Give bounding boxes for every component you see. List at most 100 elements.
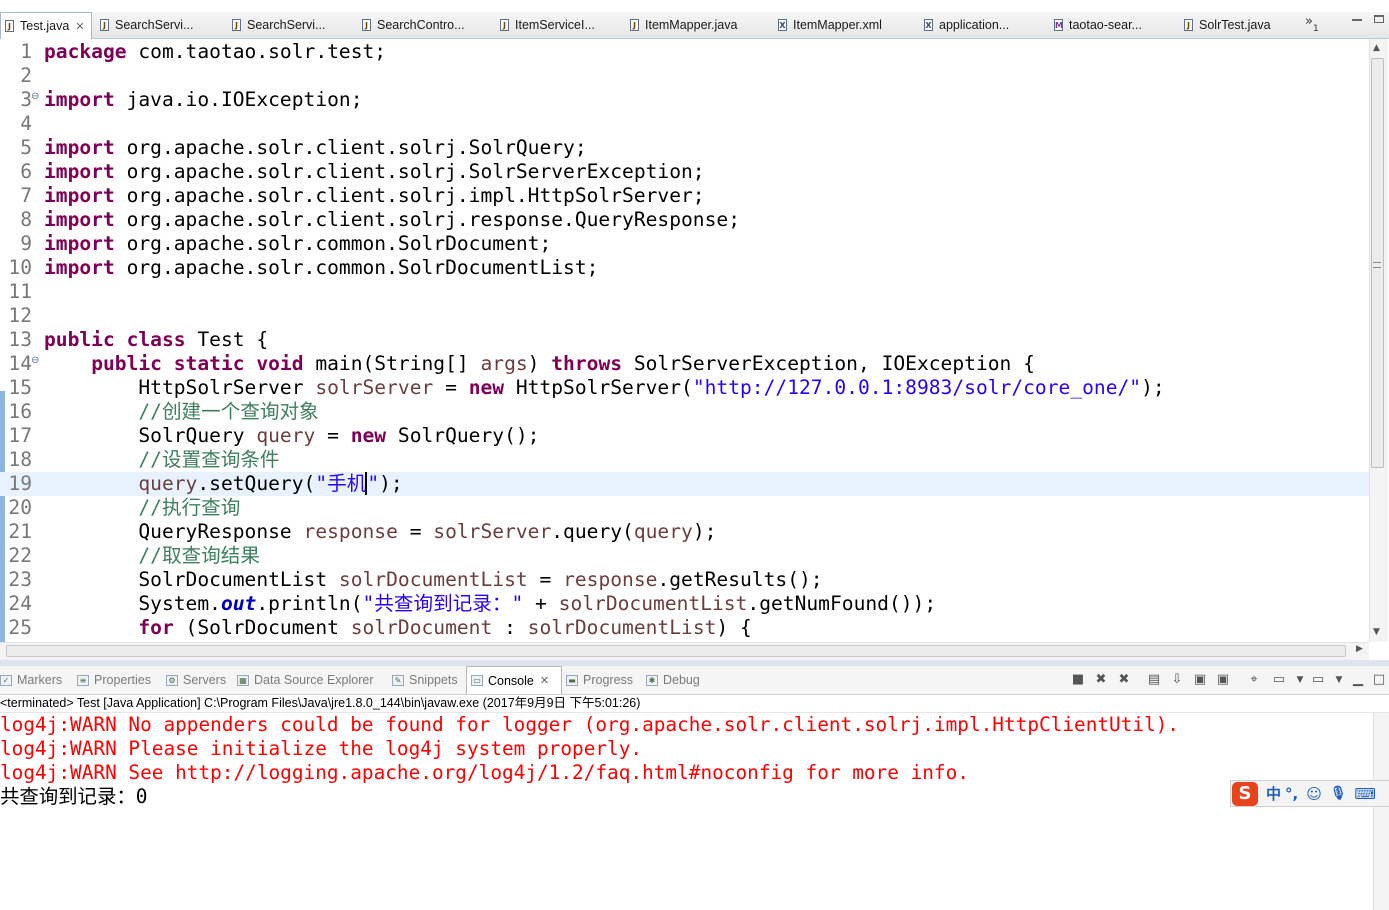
editor-tab[interactable]: J ItemMapper.java (626, 12, 774, 38)
code-line[interactable]: 10 import org.apache.solr.common.SolrDocu… (0, 256, 1369, 280)
fold-toggle-icon[interactable]: ⊖ (31, 85, 39, 109)
code-editor[interactable]: 1 package com.taotao.solr.test; 2 3 ⊖ import … (0, 39, 1369, 642)
sogou-logo-icon[interactable]: S (1232, 781, 1258, 806)
scroll-up-icon[interactable]: ▲ (1373, 43, 1380, 53)
view-tab-label: Snippets (409, 673, 458, 687)
code-token: query (138, 472, 198, 495)
editor-tab-label: SearchContro... (377, 18, 465, 32)
more-tabs-button[interactable]: »1 (1305, 14, 1319, 34)
view-tab[interactable]: ▭ Console ✕ (466, 666, 562, 694)
emoji-icon[interactable]: ☺ (1306, 785, 1322, 803)
chevron-down-icon[interactable]: ▼ (1292, 672, 1308, 688)
show-on-stdout-icon[interactable]: ▣ (1192, 672, 1208, 688)
java-file-icon: J (500, 19, 509, 31)
scroll-lock-icon[interactable]: ⇩ (1169, 672, 1185, 688)
editor-tab[interactable]: X ItemMapper.xml (774, 12, 920, 38)
view-tab[interactable]: ✎ Snippets (392, 666, 458, 694)
line-number: 21 (8, 520, 32, 543)
terminate-icon[interactable]: ■ (1070, 672, 1086, 688)
code-line[interactable]: 1 package com.taotao.solr.test; (0, 40, 1369, 64)
editor-tab[interactable]: J SearchContro... (358, 12, 494, 38)
line-number: 23 (8, 568, 32, 591)
fold-toggle-icon[interactable]: ⊖ (31, 349, 39, 373)
java-file-icon: J (5, 20, 14, 32)
code-line[interactable]: 7 import org.apache.solr.client.solrj.imp… (0, 184, 1369, 208)
view-tab[interactable]: ✓ Markers (0, 666, 62, 694)
clear-console-icon[interactable]: ▤ (1146, 672, 1162, 688)
ime-punctuation-toggle[interactable]: °, (1285, 785, 1298, 803)
editor-tab[interactable]: Mtaotao-sear... (1050, 12, 1180, 38)
code-token: = (315, 424, 351, 447)
code-line[interactable]: 12 (0, 304, 1369, 328)
code-line[interactable]: 18 //设置查询条件 (0, 448, 1369, 472)
editor-tab[interactable]: J SearchServi... (228, 12, 358, 38)
editor-tab[interactable]: J SearchServi... (96, 12, 226, 38)
code-token: .query( (551, 520, 634, 543)
editor-tab[interactable]: J Test.java ✕ (0, 12, 92, 39)
code-line[interactable]: 2 (0, 64, 1369, 88)
display-console-icon[interactable]: ▭ (1271, 672, 1287, 688)
code-token: response (563, 568, 658, 591)
code-line[interactable]: 9 import org.apache.solr.common.SolrDocum… (0, 232, 1369, 256)
data-source-icon: ▦ (237, 674, 249, 686)
view-tab[interactable]: ⚙ Servers (166, 666, 226, 694)
remove-launch-icon[interactable]: ✖ (1093, 672, 1109, 688)
code-token: : (492, 616, 528, 639)
code-line[interactable]: 14 ⊖ public static void main(String[] arg… (0, 352, 1369, 376)
code-token: for (138, 616, 174, 639)
editor-tab-label: SolrTest.java (1199, 18, 1271, 32)
console-output-line: 共查询到记录：0 (0, 785, 148, 808)
open-console-icon[interactable]: ▭ (1310, 672, 1326, 688)
remove-all-terminated-icon[interactable]: ✖ (1116, 672, 1132, 688)
code-token: java.io.IOException; (114, 88, 363, 111)
code-line[interactable]: 16 //创建一个查询对象 (0, 400, 1369, 424)
console-warning-line: log4j:WARN See http://logging.apache.org… (0, 761, 969, 784)
java-file-icon: J (362, 19, 371, 31)
close-tab-icon[interactable]: ✕ (540, 674, 549, 687)
line-number: 22 (8, 544, 32, 567)
maximize-view-icon[interactable]: □ (1371, 672, 1387, 688)
code-line[interactable]: 15 HttpSolrServer solrServer = new HttpS… (0, 376, 1369, 400)
code-line[interactable]: 4 (0, 112, 1369, 136)
code-line[interactable]: 13 public class Test { (0, 328, 1369, 352)
code-token: import (44, 160, 115, 183)
code-line[interactable]: 5 import org.apache.solr.client.solrj.Sol… (0, 136, 1369, 160)
view-tab[interactable]: ▦ Data Source Explorer (237, 666, 374, 694)
view-tab[interactable]: ✱ Debug (646, 666, 700, 694)
code-line[interactable]: 6 import org.apache.solr.client.solrj.Sol… (0, 160, 1369, 184)
editor-tab[interactable]: J SolrTest.java (1180, 12, 1302, 38)
code-line[interactable]: 19 query.setQuery("手机"); (0, 472, 1369, 496)
code-line[interactable]: 17 SolrQuery query = new SolrQuery(); (0, 424, 1369, 448)
view-tab[interactable]: ≡ Properties (77, 666, 151, 694)
close-tab-icon[interactable]: ✕ (75, 20, 84, 33)
editor-horizontal-scroll-thumb[interactable] (6, 645, 1346, 657)
show-on-stderr-icon[interactable]: ▣ (1215, 672, 1231, 688)
code-line[interactable]: 23 SolrDocumentList solrDocumentList = r… (0, 568, 1369, 592)
line-number: 18 (8, 448, 32, 471)
code-line[interactable]: 3 ⊖ import java.io.IOException; (0, 88, 1369, 112)
code-line[interactable]: 20 //执行查询 (0, 496, 1369, 520)
ime-mode-toggle[interactable]: 中 (1266, 783, 1281, 804)
chevron-down-icon[interactable]: ▼ (1331, 672, 1347, 688)
code-line[interactable]: 21 QueryResponse response = solrServer.q… (0, 520, 1369, 544)
maximize-icon[interactable] (1374, 15, 1384, 23)
line-number: 20 (8, 496, 32, 519)
code-line[interactable]: 25 for (SolrDocument solrDocument : solr… (0, 616, 1369, 640)
scroll-right-icon[interactable]: ▶ (1356, 644, 1363, 654)
view-tab[interactable]: ▬ Progress (566, 666, 633, 694)
code-line[interactable]: 8 import org.apache.solr.client.solrj.res… (0, 208, 1369, 232)
code-token: SolrQuery(); (386, 424, 540, 447)
editor-tab[interactable]: J ItemServiceI... (496, 12, 626, 38)
code-line[interactable]: 24 System.out.println("共查询到记录：" + solrDo… (0, 592, 1369, 616)
keyboard-icon[interactable]: ⌨ (1354, 785, 1376, 803)
microphone-icon[interactable]: 🎙 (1330, 786, 1347, 801)
pin-console-icon[interactable]: ⌖ (1246, 672, 1262, 688)
editor-tab[interactable]: Xapplication... (920, 12, 1050, 38)
scroll-down-icon[interactable]: ▼ (1373, 627, 1380, 637)
console-vertical-scrollbar[interactable] (1373, 713, 1389, 910)
code-line[interactable]: 11 (0, 280, 1369, 304)
minimize-icon[interactable] (1352, 15, 1362, 21)
minimize-view-icon[interactable]: ▁ (1350, 672, 1366, 688)
code-line[interactable]: 22 //取查询结果 (0, 544, 1369, 568)
console-output[interactable]: log4j:WARN No appenders could be found f… (0, 713, 1389, 910)
